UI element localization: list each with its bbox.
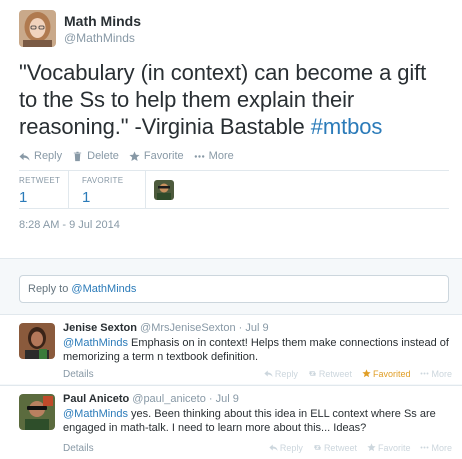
- replies-section: Reply to @MathMinds Jenise Sexton @MrsJe…: [0, 258, 462, 459]
- reply-favorite-button[interactable]: Favorite: [367, 443, 411, 453]
- reply-reply-button[interactable]: Reply: [264, 369, 298, 379]
- more-dots-icon: [194, 154, 205, 158]
- reply-author[interactable]: Paul Aniceto @paul_aniceto · Jul 9: [63, 393, 239, 405]
- author-handle[interactable]: @MathMinds: [64, 31, 135, 45]
- hashtag-link[interactable]: #mtbos: [311, 114, 383, 139]
- reply-details-link[interactable]: Details: [63, 443, 94, 454]
- reply-item[interactable]: Paul Aniceto @paul_aniceto · Jul 9 @Math…: [0, 385, 462, 459]
- reply-actions: Reply Retweet Favorited More: [264, 369, 452, 379]
- reply-more-button[interactable]: More: [420, 443, 452, 453]
- reply-favorite-label: Favorited: [372, 369, 411, 379]
- reply-icon: [269, 444, 278, 451]
- reply-avatar[interactable]: [19, 394, 55, 430]
- reply-more-label: More: [431, 369, 452, 379]
- stats-top-divider: [19, 170, 449, 171]
- reply-input-mention: @MathMinds: [71, 283, 137, 295]
- reply-reply-button[interactable]: Reply: [269, 443, 303, 453]
- favoriter-avatar[interactable]: [154, 180, 174, 200]
- favorite-count: 1: [82, 189, 91, 206]
- reply-more-label: More: [431, 443, 452, 453]
- star-icon: [362, 369, 371, 378]
- reply-label: Reply: [34, 150, 63, 162]
- retweet-stat[interactable]: RETWEET 1: [19, 176, 60, 206]
- tweet-text: "Vocabulary (in context) can become a gi…: [19, 59, 449, 140]
- retweet-count: 1: [19, 189, 28, 206]
- reply-text: @MathMinds Emphasis on in context! Helps…: [63, 336, 455, 364]
- favorite-button[interactable]: Favorite: [129, 150, 184, 162]
- tweet-timestamp[interactable]: 8:28 AM - 9 Jul 2014: [19, 219, 120, 231]
- stat-separator: [68, 170, 69, 208]
- reply-retweet-label: Retweet: [323, 443, 357, 453]
- tweet-actions: Reply Delete Favorite More: [19, 150, 234, 162]
- trash-icon: [73, 151, 82, 161]
- reply-icon: [264, 370, 273, 377]
- delete-button[interactable]: Delete: [72, 150, 119, 162]
- star-icon: [367, 443, 376, 452]
- reply-author-meta: @paul_aniceto · Jul 9: [129, 393, 239, 405]
- reply-mention[interactable]: @MathMinds: [63, 408, 128, 420]
- reply-author-name: Jenise Sexton: [63, 322, 137, 334]
- favorite-label: Favorite: [143, 150, 184, 162]
- retweet-icon: [313, 445, 322, 450]
- reply-favorite-button[interactable]: Favorited: [362, 369, 411, 379]
- star-icon: [129, 150, 140, 161]
- retweet-stat-label: RETWEET: [19, 176, 61, 185]
- reply-text: @MathMinds yes. Been thinking about this…: [63, 407, 455, 435]
- reply-more-button[interactable]: More: [420, 369, 452, 379]
- reply-favorite-label: Favorite: [377, 443, 411, 453]
- reply-mention[interactable]: @MathMinds: [63, 337, 128, 349]
- reply-author-meta: @MrsJeniseSexton · Jul 9: [136, 322, 269, 334]
- reply-input-prefix: Reply to: [28, 283, 72, 295]
- favorite-stat-label: FAVORITE: [82, 176, 124, 185]
- more-dots-icon: [421, 372, 429, 375]
- reply-avatar[interactable]: [19, 323, 55, 359]
- reply-button[interactable]: Reply: [19, 150, 62, 162]
- stat-separator: [145, 170, 146, 208]
- reply-reply-label: Reply: [279, 443, 303, 453]
- favorite-stat[interactable]: FAVORITE 1: [82, 176, 123, 206]
- reply-retweet-label: Retweet: [318, 369, 352, 379]
- more-label: More: [208, 150, 234, 162]
- reply-item[interactable]: Jenise Sexton @MrsJeniseSexton · Jul 9 @…: [0, 314, 462, 384]
- reply-author[interactable]: Jenise Sexton @MrsJeniseSexton · Jul 9: [63, 322, 269, 334]
- reply-retweet-button[interactable]: Retweet: [308, 369, 352, 379]
- reply-reply-label: Reply: [274, 369, 298, 379]
- tweet-card: Math Minds @MathMinds "Vocabulary (in co…: [0, 0, 462, 258]
- reply-author-name: Paul Aniceto: [63, 393, 130, 405]
- author-name[interactable]: Math Minds: [64, 13, 141, 29]
- reply-input[interactable]: Reply to @MathMinds: [19, 275, 449, 303]
- reply-retweet-button[interactable]: Retweet: [313, 443, 357, 453]
- more-dots-icon: [421, 446, 429, 449]
- retweet-icon: [308, 371, 317, 376]
- reply-icon: [19, 152, 30, 161]
- delete-label: Delete: [87, 150, 119, 162]
- author-avatar[interactable]: [19, 10, 56, 47]
- more-button[interactable]: More: [194, 150, 234, 162]
- reply-actions: Reply Retweet Favorite More: [269, 443, 452, 453]
- stats-bottom-divider: [19, 208, 449, 209]
- reply-details-link[interactable]: Details: [63, 369, 94, 380]
